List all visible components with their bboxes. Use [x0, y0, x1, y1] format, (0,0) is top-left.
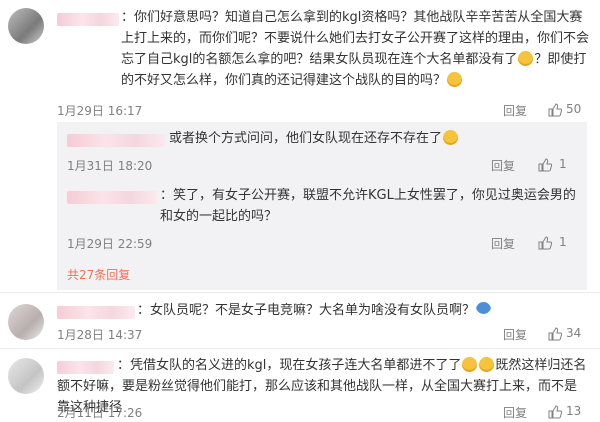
emoji-face-icon [447, 72, 463, 87]
comment-time: 1月28日 14:37 [57, 328, 143, 342]
sub-reply-text: 或者换个方式问问，他们女队现在还存不存在了 [169, 128, 579, 149]
comment-text: ：女队员呢？不是女子电竞嘛？大名单为啥没有女队员啊？ [137, 300, 587, 321]
emoji-face-icon [518, 51, 534, 66]
sub-reply-text: ：笑了，有女子公开赛，联盟不允许KGL上女性罢了，你见过奥运会男的和女的一起比的… [160, 188, 576, 224]
emoji-face-icon [462, 357, 478, 372]
reply-button[interactable]: 回复 [491, 235, 515, 252]
sub-replies-panel: 或者换个方式问问，他们女队现在还存不存在了 1月31日 18:20 回复 1 ：… [57, 122, 587, 290]
comment-text: ：你们好意思吗？知道自己怎么拿到的kgl资格吗？其他战队辛辛苦苦从全国大赛上打上… [121, 10, 590, 88]
thumbs-up-icon[interactable] [548, 103, 562, 117]
divider [0, 292, 600, 293]
reply-button[interactable]: 回复 [503, 102, 527, 119]
divider [0, 348, 600, 349]
username[interactable] [57, 13, 119, 26]
like-count: 1 [559, 157, 567, 171]
username[interactable] [67, 134, 165, 147]
username[interactable] [57, 306, 135, 319]
emoji-face-icon [443, 130, 459, 145]
mascot-emoji-icon [476, 302, 492, 317]
comment-time: 1月29日 16:17 [57, 104, 143, 118]
sub-reply-time: 1月31日 18:20 [67, 159, 153, 173]
more-replies-link[interactable]: 共27条回复 [67, 266, 130, 283]
comment-time: 2月11日 17:26 [57, 406, 143, 420]
like-count: 34 [566, 326, 582, 340]
thumbs-up-icon[interactable] [538, 158, 552, 172]
emoji-face-icon [479, 357, 495, 372]
avatar[interactable] [8, 358, 44, 394]
reply-button[interactable]: 回复 [503, 326, 527, 343]
like-count: 1 [559, 235, 567, 249]
thumbs-up-icon[interactable] [538, 236, 552, 250]
thumbs-up-icon[interactable] [548, 405, 562, 419]
like-count: 13 [566, 404, 582, 418]
thumbs-up-icon[interactable] [548, 327, 562, 341]
avatar[interactable] [8, 8, 44, 44]
username[interactable] [67, 191, 157, 204]
like-count: 50 [566, 102, 582, 116]
avatar[interactable] [8, 304, 44, 340]
sub-reply-time: 1月29日 22:59 [67, 237, 153, 251]
reply-button[interactable]: 回复 [503, 404, 527, 421]
reply-button[interactable]: 回复 [491, 157, 515, 174]
